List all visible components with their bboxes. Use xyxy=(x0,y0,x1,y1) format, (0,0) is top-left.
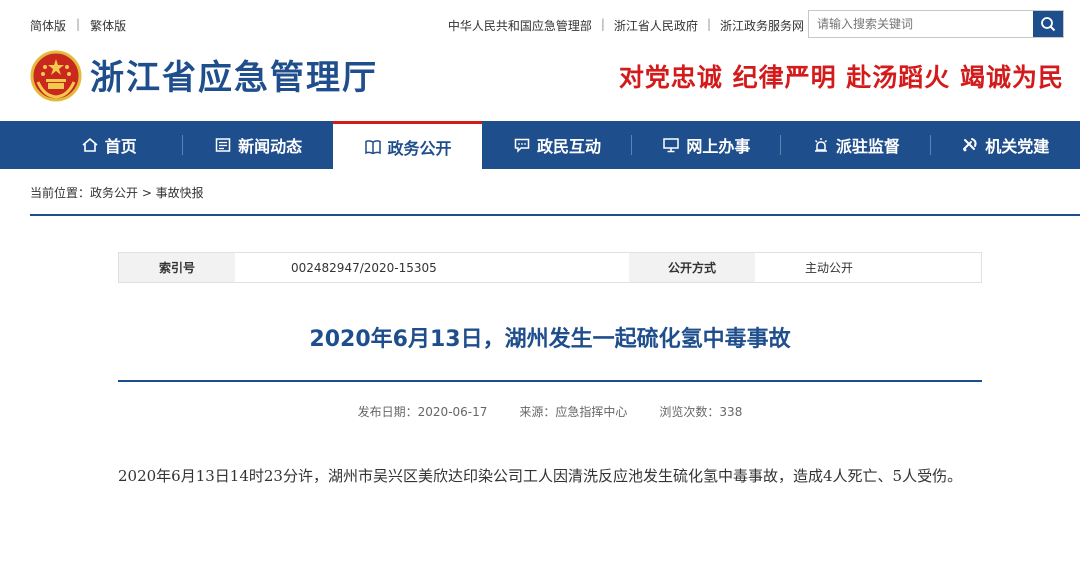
search-icon xyxy=(1041,17,1056,32)
language-switch: 简体版 | 繁体版 xyxy=(30,17,126,34)
view-count: 浏览次数：338 xyxy=(659,405,743,419)
top-utility-bar: 简体版 | 繁体版 中华人民共和国应急管理部 | 浙江省人民政府 | 浙江政务服… xyxy=(0,0,1080,48)
article-source: 来源：应急指挥中心 xyxy=(519,405,628,419)
nav-home[interactable]: 首页 xyxy=(34,121,184,169)
article-meta: 发布日期：2020-06-17 来源：应急指挥中心 浏览次数：338 xyxy=(118,403,982,420)
nav-label: 政务公开 xyxy=(387,138,452,158)
nav-label: 机关党建 xyxy=(985,137,1050,156)
nav-government-affairs[interactable]: 政务公开 xyxy=(332,121,483,169)
method-label: 公开方式 xyxy=(629,253,755,282)
simplified-chinese-link[interactable]: 简体版 xyxy=(30,17,66,34)
chat-icon xyxy=(513,136,531,154)
title-divider xyxy=(118,380,982,382)
breadcrumb-divider xyxy=(30,214,1080,216)
breadcrumb: 当前位置：政务公开 > 事故快报 xyxy=(30,186,204,200)
slogan: 对党忠诚 纪律严明 赴汤蹈火 竭诚为民 xyxy=(618,63,1064,92)
link-provincial-government[interactable]: 浙江省人民政府 xyxy=(614,17,698,34)
publish-date: 发布日期：2020-06-17 xyxy=(357,405,488,419)
info-table: 索引号 002482947/2020-15305 公开方式 主动公开 xyxy=(118,252,982,283)
national-emblem-icon xyxy=(30,50,82,102)
nav-online-services[interactable]: 网上办事 xyxy=(632,121,782,169)
nav-label: 首页 xyxy=(104,137,137,156)
home-icon xyxy=(81,136,99,154)
party-icon xyxy=(961,136,979,154)
nav-news[interactable]: 新闻动态 xyxy=(183,121,332,169)
article-body: 2020年6月13日14时23分许，湖州市吴兴区美欣达印染公司工人因清洗反应池发… xyxy=(118,467,963,485)
article-title: 2020年6月13日，湖州发生一起硫化氢中毒事故 xyxy=(309,327,791,352)
index-value: 002482947/2020-15305 xyxy=(291,260,437,275)
divider: | xyxy=(706,17,711,31)
nav-label: 新闻动态 xyxy=(238,137,303,156)
search-button[interactable] xyxy=(1033,11,1063,37)
traditional-chinese-link[interactable]: 繁体版 xyxy=(90,17,126,34)
site-header: 浙江省应急管理厅 对党忠诚 纪律严明 赴汤蹈火 竭诚为民 xyxy=(0,48,1080,120)
nav-label: 政民互动 xyxy=(536,137,601,156)
nav-party-building[interactable]: 机关党建 xyxy=(931,121,1080,169)
nav-supervision[interactable]: 派驻监督 xyxy=(781,121,931,169)
book-icon xyxy=(364,138,382,156)
alarm-icon xyxy=(812,136,830,154)
nav-public-interaction[interactable]: 政民互动 xyxy=(482,121,632,169)
link-service-portal[interactable]: 浙江政务服务网 xyxy=(720,17,804,34)
divider: | xyxy=(600,17,605,31)
link-ministry-emergency[interactable]: 中华人民共和国应急管理部 xyxy=(448,17,592,34)
search-box xyxy=(808,10,1064,38)
external-links: 中华人民共和国应急管理部 | 浙江省人民政府 | 浙江政务服务网 xyxy=(448,17,804,34)
monitor-icon xyxy=(662,136,680,154)
main-navigation: 首页 新闻动态 政务公开 政民互动 网上办事 派驻监督 机关党建 xyxy=(0,121,1080,169)
nav-label: 派驻监督 xyxy=(835,137,900,156)
index-label: 索引号 xyxy=(119,253,235,282)
divider: | xyxy=(76,17,81,31)
search-input[interactable] xyxy=(809,11,1033,37)
method-value: 主动公开 xyxy=(805,261,854,275)
newspaper-icon xyxy=(214,136,232,154)
site-title: 浙江省应急管理厅 xyxy=(90,58,378,98)
nav-label: 网上办事 xyxy=(686,137,751,156)
